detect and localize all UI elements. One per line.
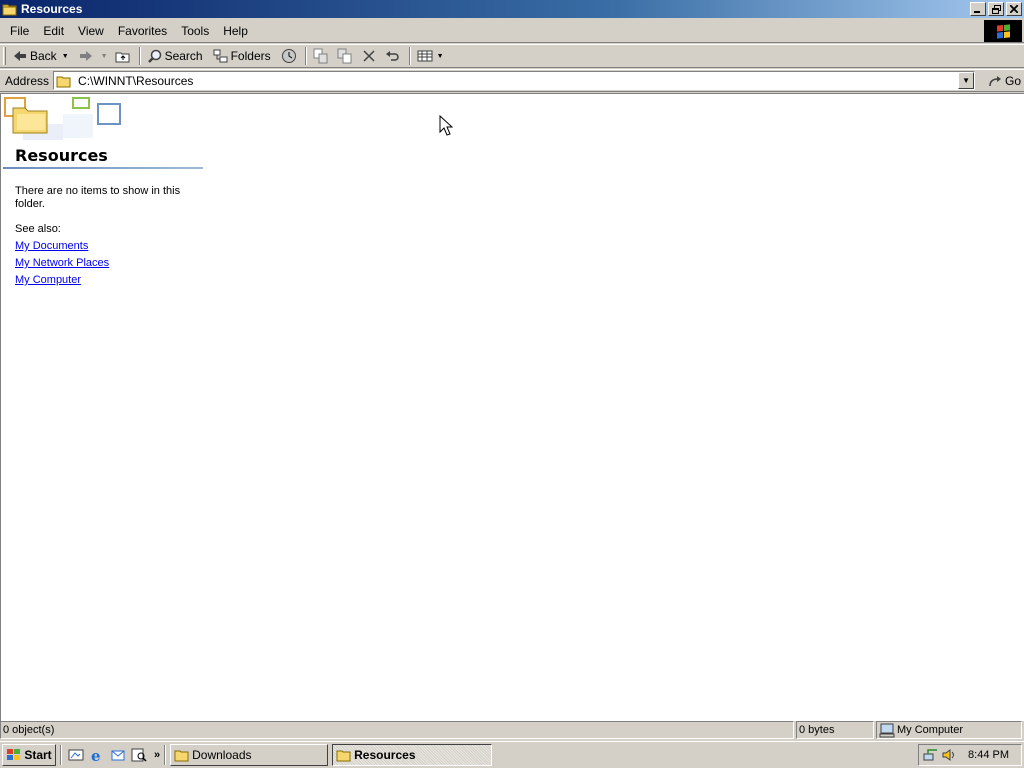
menu-view[interactable]: View [71, 22, 111, 40]
folders-label: Folders [230, 49, 271, 63]
go-button[interactable]: Go [987, 73, 1021, 89]
link-my-documents[interactable]: My Documents [15, 240, 88, 252]
back-arrow-icon [12, 48, 28, 64]
status-bar: 0 object(s) 0 bytes My Computer [0, 721, 1024, 740]
folder-icon [336, 747, 352, 763]
system-tray: 8:44 PM [918, 744, 1022, 766]
move-to-icon [313, 48, 329, 64]
start-button[interactable]: Start [2, 744, 56, 766]
folder-view[interactable]: Resources There are no items to show in … [0, 93, 1024, 721]
search-label: Search [164, 49, 203, 63]
menu-edit[interactable]: Edit [36, 22, 71, 40]
menu-help[interactable]: Help [216, 22, 255, 40]
address-dropdown-button[interactable]: ▼ [958, 72, 975, 89]
go-arrow-icon [987, 73, 1003, 89]
views-button[interactable]: ▼ [414, 46, 447, 66]
status-zone: My Computer [876, 721, 1022, 739]
views-grid-icon [417, 48, 433, 64]
toolbar-grip[interactable] [3, 47, 6, 65]
network-tray-icon[interactable] [923, 747, 939, 763]
menu-favorites[interactable]: Favorites [111, 22, 174, 40]
task-button-downloads[interactable]: Downloads [170, 744, 329, 766]
folders-button[interactable]: Folders [210, 46, 274, 66]
title-bar[interactable]: Resources [0, 0, 1024, 18]
link-my-network-places[interactable]: My Network Places [15, 257, 109, 269]
internet-explorer-icon[interactable]: e [89, 747, 105, 765]
folder-icon [56, 73, 72, 89]
back-button[interactable]: Back [9, 46, 60, 66]
show-desktop-icon[interactable] [68, 747, 84, 763]
find-icon[interactable] [131, 747, 147, 763]
up-folder-icon [115, 48, 131, 64]
menu-bar: File Edit View Favorites Tools Help [0, 20, 1024, 43]
standard-toolbar: Back ▼ ▼ Search Folders ▼ [0, 44, 1024, 68]
windows-flag-icon [6, 747, 22, 763]
folder-banner-graphic [3, 96, 123, 142]
status-size: 0 bytes [796, 721, 874, 739]
delete-x-icon [361, 48, 377, 64]
address-path: C:\WINNT\Resources [78, 73, 194, 88]
quick-launch: e » [68, 747, 160, 765]
mouse-cursor-icon [439, 115, 453, 136]
move-to-button[interactable] [310, 46, 334, 66]
svg-text:e: e [91, 747, 101, 763]
forward-dropdown-arrow[interactable]: ▼ [101, 53, 108, 60]
views-dropdown-arrow: ▼ [436, 52, 444, 60]
address-bar: Address C:\WINNT\Resources ▼ Go [0, 69, 1024, 92]
back-dropdown-arrow[interactable]: ▼ [62, 53, 69, 60]
quick-launch-more-chevron[interactable]: » [154, 749, 160, 761]
outlook-express-icon[interactable] [110, 747, 126, 763]
history-button[interactable] [278, 46, 302, 66]
taskbar: Start e » Downloads Resources 8:44 PM [0, 741, 1024, 768]
task-label: Downloads [192, 748, 252, 762]
delete-button[interactable] [358, 46, 382, 66]
copy-to-button[interactable] [334, 46, 358, 66]
minimize-button[interactable] [970, 2, 986, 16]
undo-button[interactable] [382, 46, 406, 66]
volume-tray-icon[interactable] [941, 747, 957, 763]
copy-to-icon [337, 48, 353, 64]
address-label: Address [5, 73, 50, 88]
history-icon [281, 48, 297, 64]
undo-icon [385, 48, 401, 64]
folders-tree-icon [213, 48, 229, 64]
clock: 8:44 PM [968, 749, 1009, 761]
forward-arrow-icon [78, 48, 94, 64]
go-label: Go [1005, 73, 1022, 88]
address-input[interactable]: C:\WINNT\Resources ▼ [53, 71, 976, 90]
see-also-label: See also: [15, 223, 61, 235]
menu-file[interactable]: File [3, 22, 36, 40]
restore-button[interactable] [988, 2, 1004, 16]
title-divider [3, 167, 203, 169]
back-label: Back [30, 49, 57, 63]
up-folder-button[interactable] [112, 46, 136, 66]
search-icon [147, 48, 163, 64]
empty-folder-message: There are no items to show in this folde… [15, 185, 181, 210]
link-my-computer[interactable]: My Computer [15, 274, 81, 286]
status-zone-label: My Computer [897, 724, 964, 736]
forward-button[interactable] [75, 46, 99, 66]
status-object-count: 0 object(s) [0, 721, 794, 739]
folder-icon [2, 2, 18, 16]
menu-tools[interactable]: Tools [174, 22, 216, 40]
task-button-resources[interactable]: Resources [332, 744, 493, 766]
window-title: Resources [21, 2, 83, 16]
folder-icon [174, 747, 190, 763]
windows-logo-icon [984, 20, 1022, 42]
search-button[interactable]: Search [144, 46, 206, 66]
folder-title: Resources [15, 146, 108, 165]
close-button[interactable] [1006, 2, 1022, 16]
start-label: Start [24, 748, 52, 762]
my-computer-icon [879, 722, 895, 738]
task-label: Resources [354, 748, 416, 762]
